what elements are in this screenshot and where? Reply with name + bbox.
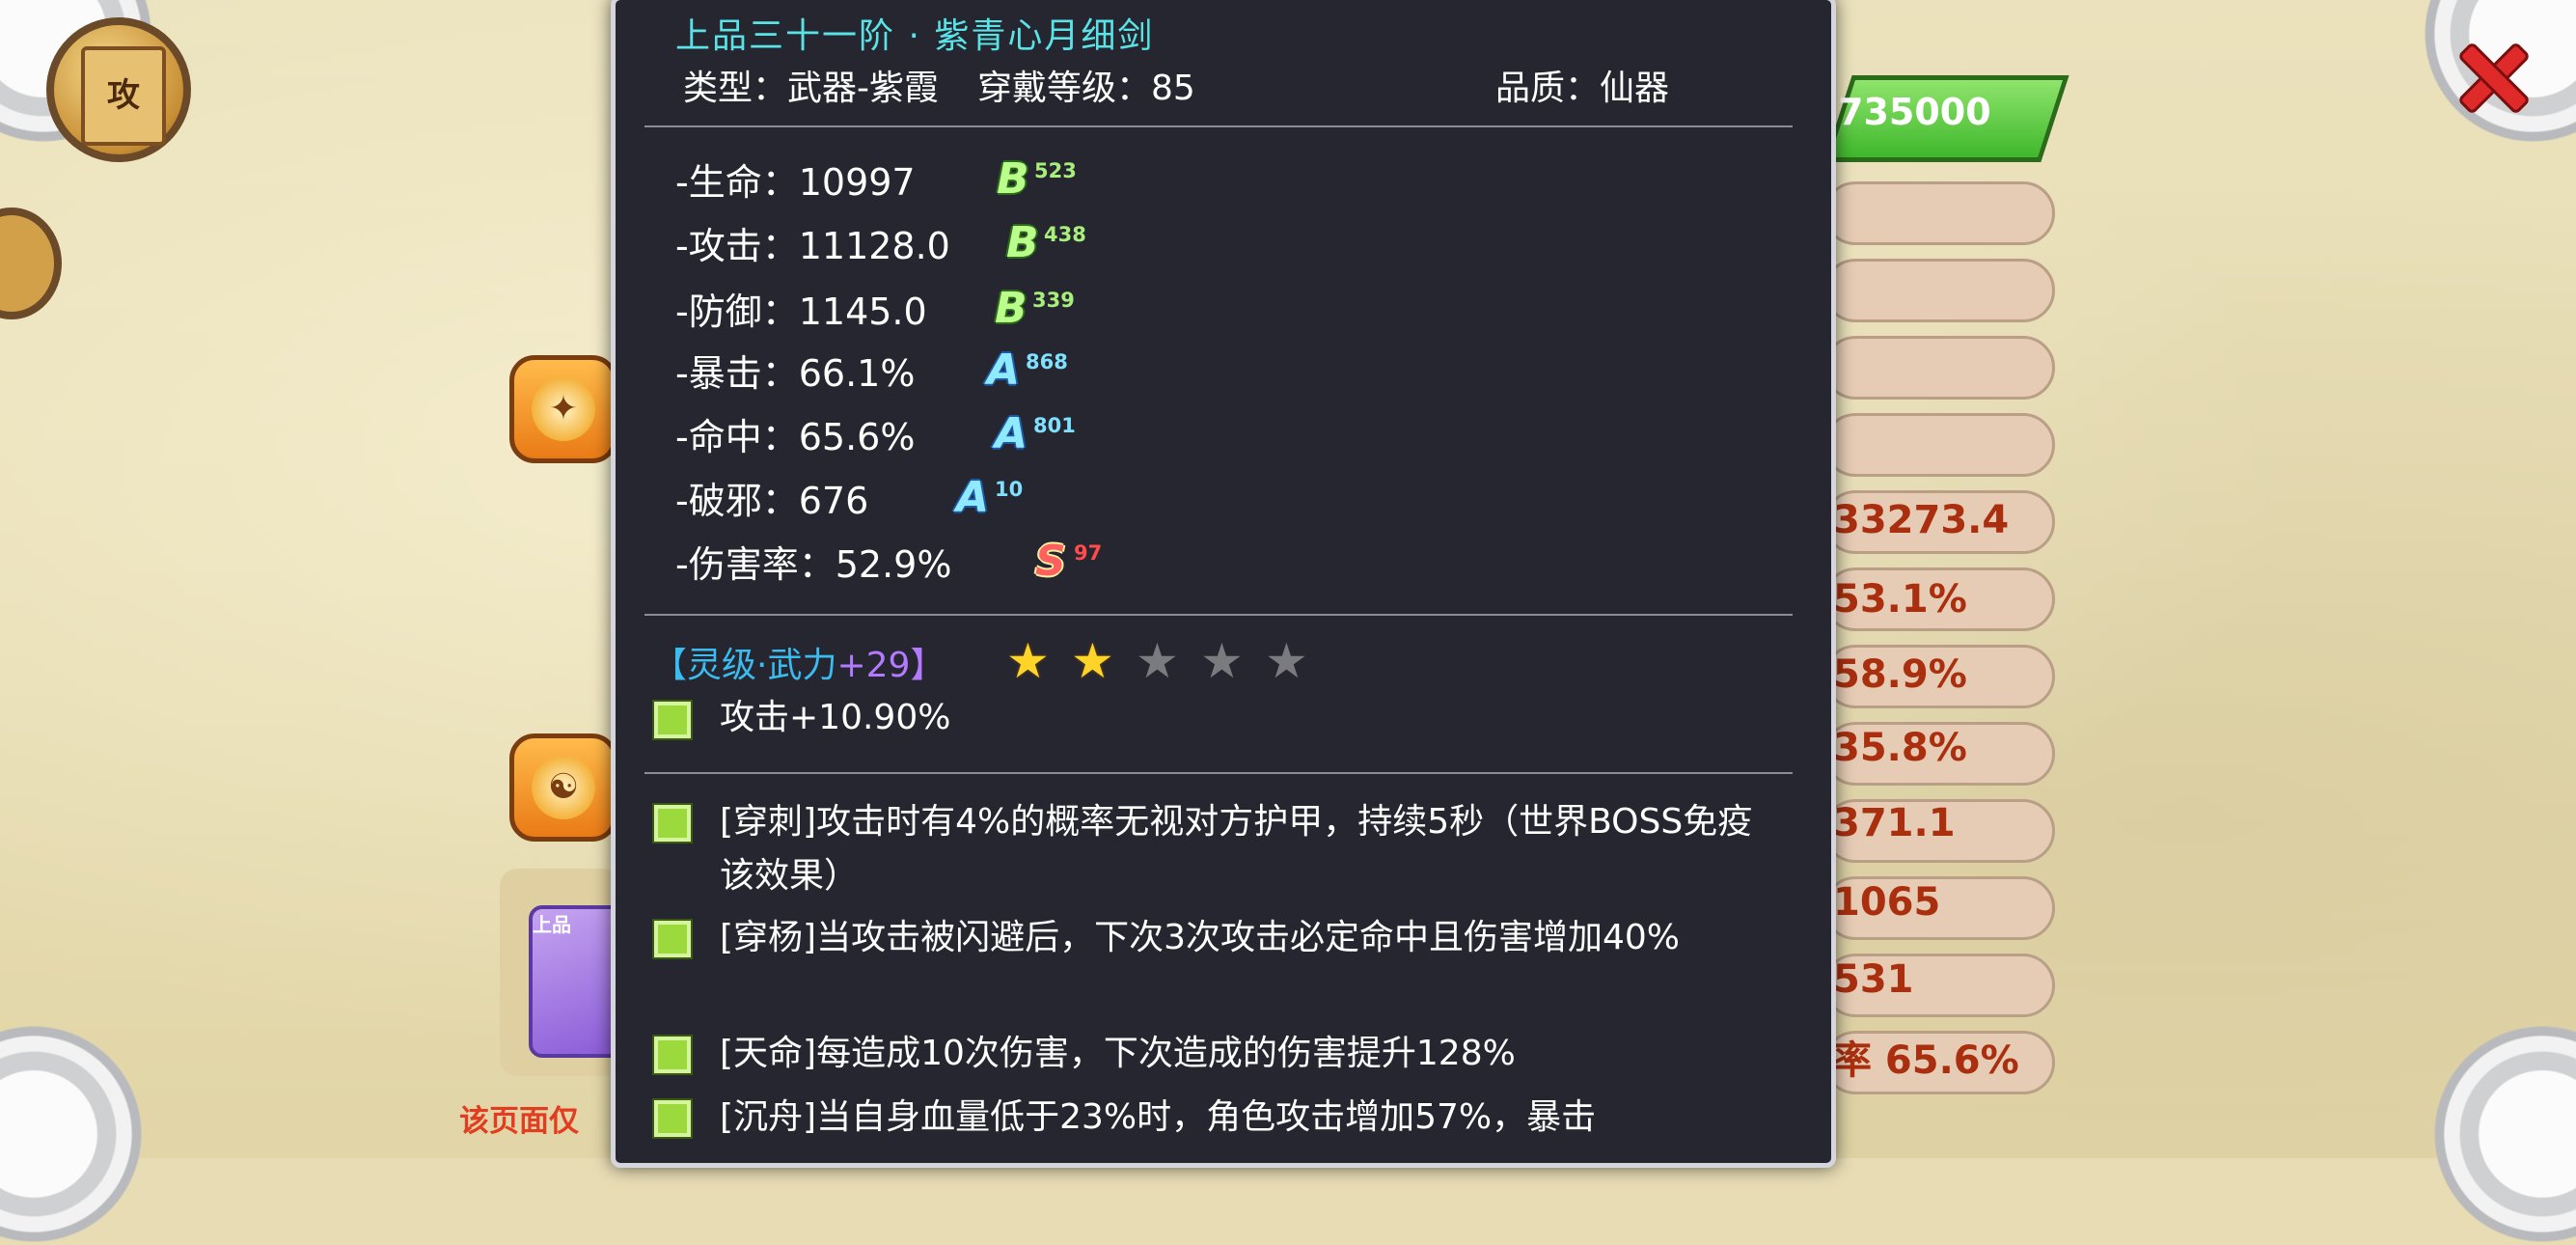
grade-number: 339 (1032, 289, 1075, 312)
stat-row (1823, 259, 2055, 322)
grade-number: 523 (1034, 159, 1077, 182)
grade-number: 438 (1044, 223, 1086, 246)
checkbox-icon (654, 921, 691, 957)
yin-yang-icon: ☯ (532, 756, 595, 819)
emblem-icon: ✦ (532, 377, 595, 441)
book-icon: 攻 (81, 46, 166, 146)
item-level: 穿戴等级：85 (977, 69, 1195, 108)
attr-pierce-label: -破邪：676 (675, 480, 869, 522)
stat-value: 531 (1833, 957, 1914, 1002)
page-warning-text: 该页面仅 (459, 1104, 579, 1139)
star-icon: ★ (1071, 633, 1114, 689)
grade-badge: S (1035, 537, 1066, 586)
grade-badge: A (987, 346, 1021, 395)
emblem-button[interactable]: ✦ (509, 355, 617, 463)
attr-crit-label: -暴击：66.1% (675, 352, 916, 395)
checkbox-icon (654, 1100, 691, 1137)
grade-badge: A (995, 409, 1028, 458)
star-icon: ★ (1200, 633, 1244, 689)
item-quality-tag: 上品 (533, 913, 571, 936)
grade-number: 97 (1074, 541, 1103, 565)
star-icon: ★ (1265, 633, 1308, 689)
grade-badge: B (997, 154, 1029, 204)
checkbox-icon (654, 805, 691, 842)
stat-row (1823, 181, 2055, 245)
stat-value: 33273.4 (1833, 498, 2010, 542)
spirit-level: 【灵级·武力+29】 (652, 637, 945, 687)
grade-badge: A (956, 473, 990, 522)
effect-text: [沉舟]当自身血量低于23%时，角色攻击增加57%，暴击 (720, 1097, 1597, 1137)
item-title: 上品三十一阶 · 紫青心月细剑 (675, 16, 1155, 56)
grade-number: 801 (1033, 414, 1076, 437)
spirit-bonus: 攻击+10.90% (720, 698, 951, 737)
attr-def-label: -防御：1145.0 (675, 290, 927, 333)
spirit-level-plus: +29】 (836, 646, 945, 685)
item-quality: 品质：仙器 (1495, 69, 1670, 108)
attr-atk-label: -攻击：11128.0 (675, 225, 950, 267)
spirit-level-label: 【灵级·武力 (652, 646, 837, 685)
stat-value: 371.1 (1833, 801, 1956, 845)
equipped-item-card[interactable]: 上品 (500, 869, 623, 1076)
grade-number: 868 (1026, 350, 1068, 374)
stat-value: 35.8% (1833, 726, 1967, 770)
checkbox-icon (654, 1037, 691, 1073)
grade-number: 10 (995, 478, 1024, 501)
star-icon: ★ (1136, 633, 1179, 689)
effect-text: [穿杨]当攻击被闪避后，下次3次攻击必定命中且伤害增加40% (720, 918, 1681, 957)
stat-value: 1065 (1833, 880, 1941, 925)
attr-dmgrate-label: -伤害率：52.9% (675, 543, 952, 586)
close-icon[interactable] (2451, 37, 2528, 114)
divider (644, 614, 1793, 616)
effect-text: [天命]每造成10次伤害，下次造成的伤害提升128% (720, 1034, 1516, 1073)
attr-hit-label: -命中：65.6% (675, 416, 916, 458)
checkbox-icon (654, 702, 691, 738)
stat-value: 率 65.6% (1833, 1038, 2019, 1083)
effect-text: [穿刺]攻击时有4%的概率无视对方护甲，持续5秒（世界BOSS免疫该效果） (720, 802, 1753, 896)
stat-value: 58.9% (1833, 652, 1967, 697)
divider (644, 125, 1793, 127)
stat-value: 53.1% (1833, 577, 1967, 622)
stat-row (1823, 413, 2055, 477)
attr-hp-label: -生命：10997 (675, 161, 916, 204)
item-tooltip-panel: 上品三十一阶 · 紫青心月细剑 类型：武器-紫霞 穿戴等级：85 品质：仙器 -… (611, 0, 1836, 1168)
stat-row (1823, 336, 2055, 400)
divider (644, 772, 1793, 774)
bagua-button[interactable]: ☯ (509, 733, 617, 842)
star-icon: ★ (1006, 633, 1050, 689)
grade-badge: B (1006, 218, 1039, 267)
strategy-book-button[interactable]: 攻 (46, 17, 191, 162)
exp-value: 735000 (1838, 91, 1991, 133)
grade-badge: B (995, 284, 1028, 333)
item-type: 类型：武器-紫霞 (683, 69, 939, 108)
